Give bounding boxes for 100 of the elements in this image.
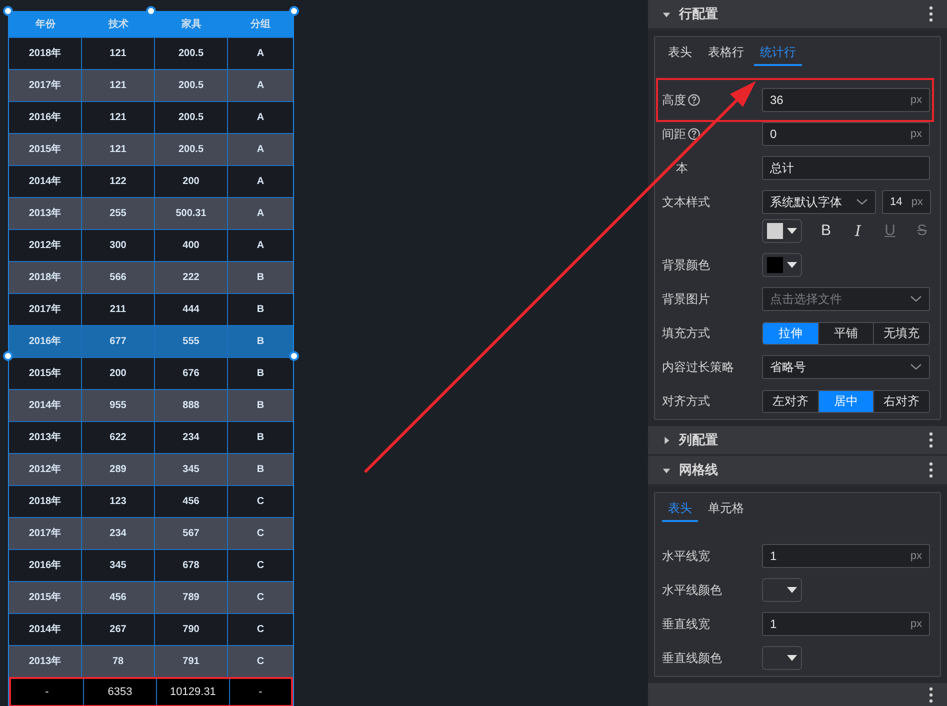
segment-option[interactable]: 无填充 [873,322,929,344]
field-label: 水平线颜色 [662,582,722,599]
segment-option[interactable]: 左对齐 [763,390,818,412]
table-row[interactable]: 2013年 622 234 B [9,421,293,453]
tab[interactable]: 表格行 [702,43,750,66]
table-cell-text: B [256,303,266,317]
text-field[interactable]: 总计 [762,156,930,180]
table-row[interactable]: 2015年 121 200.5 A [9,133,293,165]
field-label: 内容过长策略 [662,359,734,376]
resize-handle[interactable] [3,6,13,16]
help-icon[interactable] [688,94,700,106]
field-label: 间距 [662,126,686,143]
table-cell-text: A [256,207,266,221]
table-row[interactable]: 2016年 677 555 B [9,325,293,357]
select-field[interactable]: 省略号 [762,355,930,379]
table-cell-text: C [256,527,266,541]
table-row[interactable]: 2018年 566 222 B [9,261,293,293]
table-cell-text: C [256,623,266,637]
table-row[interactable]: 2017年 234 567 C [9,517,293,549]
number-field[interactable]: 36 px [762,88,930,112]
table-row[interactable]: 2012年 300 400 A [9,229,293,261]
table-row[interactable]: 2015年 456 789 C [9,581,293,613]
field-value: 1 [770,616,777,633]
text-style-button[interactable]: B [818,220,834,242]
field-label: 本 [676,160,688,177]
tab[interactable]: 表头 [662,499,698,522]
table-row[interactable]: 2012年 289 345 B [9,453,293,485]
select-placeholder: 点击选择文件 [770,291,842,308]
table-row[interactable]: 2014年 955 888 B [9,389,293,421]
resize-handle[interactable] [289,351,299,361]
color-picker[interactable] [762,578,802,602]
segment-option[interactable]: 右对齐 [873,390,929,412]
unit-label: px [910,616,922,632]
select-value: 系统默认字体 [770,194,842,211]
field-label: 背景图片 [662,291,710,308]
dropdown-triangle-icon [787,262,797,268]
color-picker[interactable] [762,646,802,670]
segment-option[interactable]: 拉伸 [763,322,818,344]
field-label: 垂直线颜色 [662,650,722,667]
table-cell-text: A [256,239,266,253]
unit-label: px [910,92,922,108]
field-label: 垂直线宽 [662,616,710,633]
number-field[interactable]: 0 px [762,122,930,146]
table-cell-text: B [256,335,266,349]
table-row[interactable]: 2016年 121 200.5 A [9,101,293,133]
table-row[interactable]: 2014年 267 790 C [9,613,293,645]
font-size-field[interactable]: 14 px [882,190,931,214]
table-row[interactable]: 2018年 123 456 C [9,485,293,517]
color-picker[interactable] [762,219,802,243]
text-style-button[interactable]: I [850,220,866,242]
caret-icon [662,436,671,444]
segment-option[interactable]: 居中 [818,390,874,412]
select-field[interactable]: 点击选择文件 [762,287,930,311]
field-value: 14 [890,194,902,210]
table-row[interactable]: 2013年 78 791 C [9,645,293,677]
table-cell-text: C [256,591,266,605]
more-icon[interactable] [929,6,933,22]
table-cell-text: B [256,399,266,413]
table-cell-text: A [256,79,266,93]
more-icon[interactable] [929,462,933,478]
resize-handle[interactable] [3,351,13,361]
section-header[interactable]: 列配置 [648,426,947,456]
table-cell-text: A [256,175,266,189]
table-cell-text: A [256,111,266,125]
number-field[interactable]: 1 px [762,612,930,636]
field-label: 背景颜色 [662,257,710,274]
unit-label: px [910,548,922,564]
table-row[interactable]: 2013年 255 500.31 A [9,197,293,229]
font-select[interactable]: 系统默认字体 [762,190,876,214]
field-label: 水平线宽 [662,548,710,565]
table-row[interactable]: 2014年 122 200 A [9,165,293,197]
number-field[interactable]: 1 px [762,544,930,568]
segment-option[interactable]: 平铺 [818,322,874,344]
select-value: 省略号 [770,359,806,376]
summary-cell: 6353 [84,679,157,705]
resize-handle[interactable] [146,6,156,16]
dropdown-triangle-icon [787,228,797,234]
tab[interactable]: 单元格 [702,499,750,522]
section-header[interactable]: 网格线 [648,456,947,486]
summary-cell-text: - [258,684,264,700]
table-row[interactable]: 2018年 121 200.5 A [9,37,293,69]
table-row[interactable]: 2017年 121 200.5 A [9,69,293,101]
table-cell-text: B [256,367,266,381]
dropdown-triangle-icon [787,655,797,661]
table-cell-text: B [256,431,266,445]
more-icon[interactable] [929,432,933,448]
field-label: 高度 [662,92,686,109]
color-picker[interactable] [762,253,802,277]
section-title: 行配置 [679,5,719,24]
help-icon[interactable] [688,128,700,140]
tab[interactable]: 统计行 [754,43,802,66]
summary-cell: - [11,679,84,705]
field-value: 0 [770,126,777,143]
section-header[interactable]: 行配置 [648,0,947,30]
resize-handle[interactable] [289,6,299,16]
table-row[interactable]: 2017年 211 444 B [9,293,293,325]
table-row[interactable]: 2016年 345 678 C [9,549,293,581]
more-icon[interactable] [929,686,933,702]
tab[interactable]: 表头 [662,43,698,66]
section-title: 列配置 [679,431,719,450]
